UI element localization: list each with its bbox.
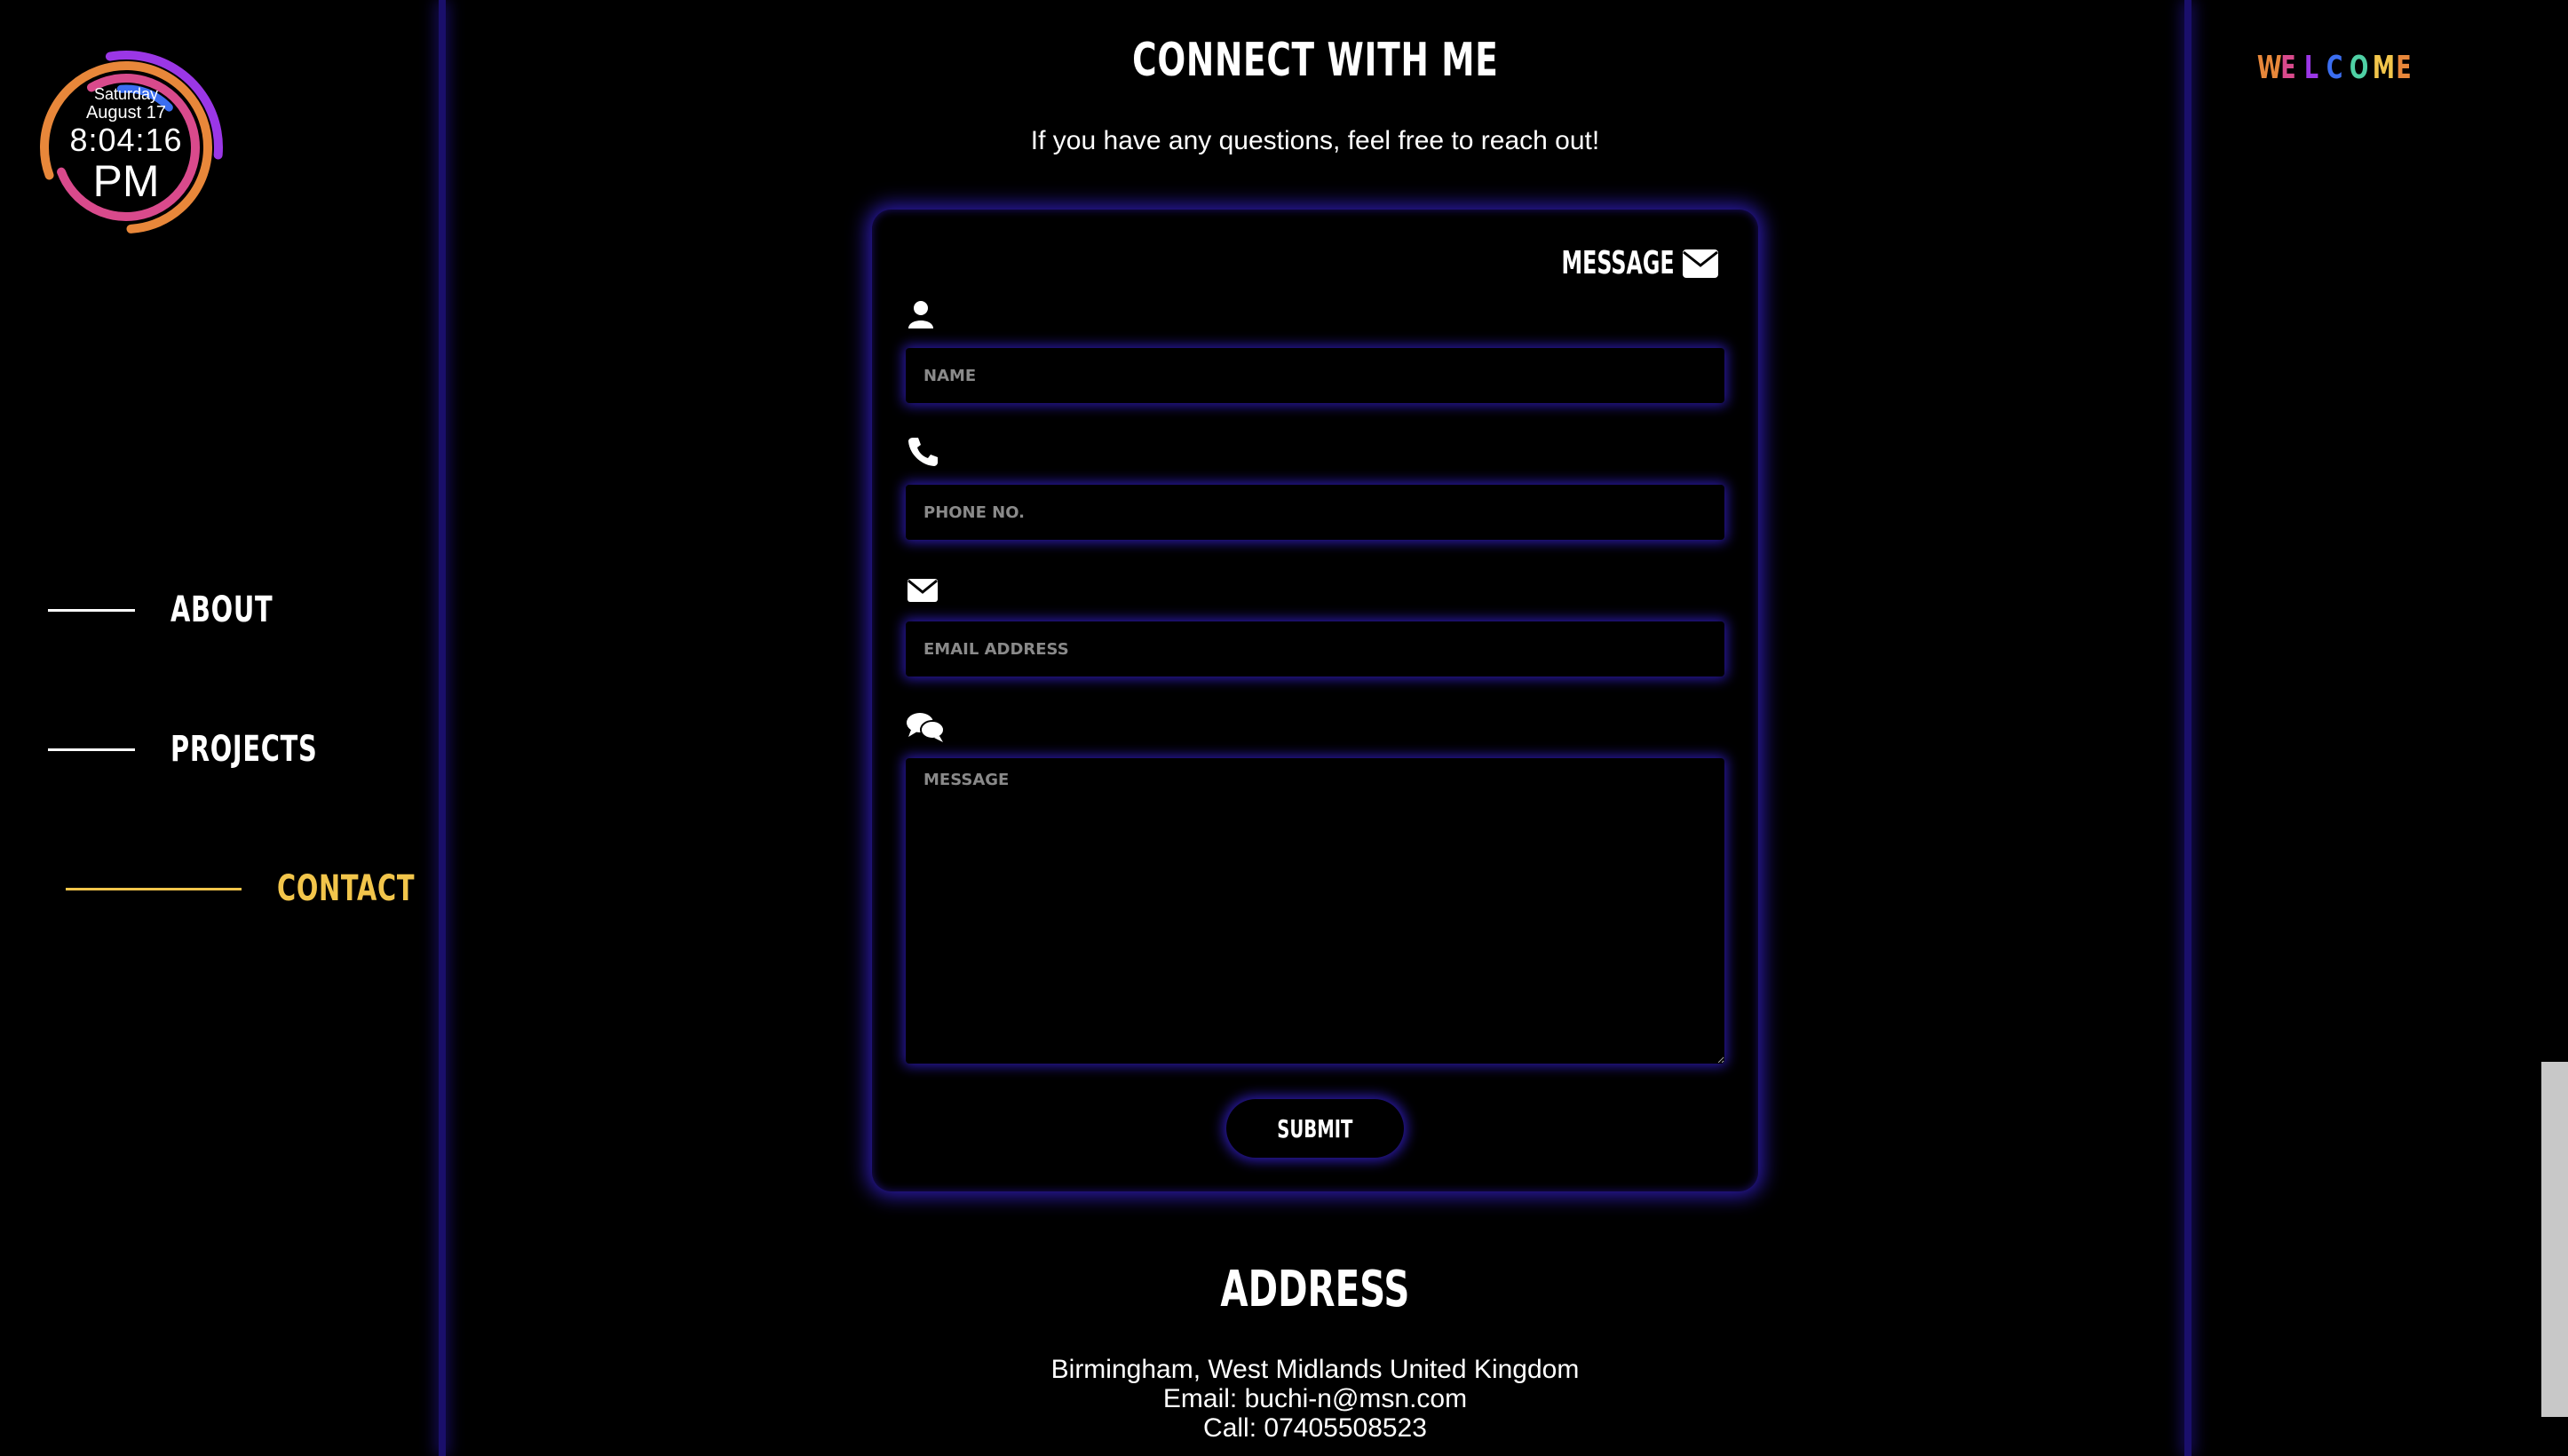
email-input[interactable]: [906, 621, 1724, 677]
clock-ampm: PM: [92, 156, 160, 206]
envelope-icon: [908, 579, 938, 602]
message-textarea[interactable]: [906, 758, 1724, 1064]
nav-label-about: ABOUT: [170, 590, 273, 630]
submit-label: SUBMIT: [1277, 1113, 1353, 1143]
name-input[interactable]: [906, 348, 1724, 403]
nav-item-contact[interactable]: CONTACT: [66, 868, 469, 909]
address-email: Email: buchi-n@msn.com: [1162, 1384, 1468, 1413]
welcome-letter: L: [2303, 50, 2319, 86]
scrollbar-thumb[interactable]: [2541, 1062, 2568, 1417]
form-header: MESSAGE: [1503, 245, 1719, 281]
contact-subtitle: If you have any questions, feel free to …: [1030, 126, 1600, 155]
clock-date: August 17: [85, 103, 167, 123]
nav-item-projects[interactable]: PROJECTS: [48, 729, 375, 770]
contact-form: MESSAGE SUBMIT: [872, 210, 1758, 1191]
welcome-letter: C: [2326, 50, 2343, 86]
clock-time: 8:04:16: [69, 122, 183, 158]
welcome-letter: M: [2372, 50, 2395, 86]
clock-day: Saturday: [93, 85, 159, 103]
nav-line: [48, 748, 135, 751]
welcome-letter: E: [2280, 50, 2296, 86]
clock-readout: Saturday August 17 8:04:16 PM: [36, 85, 217, 204]
left-divider: [439, 0, 446, 1456]
welcome-text: W E L C O M E: [2254, 50, 2415, 86]
nav-label-contact: CONTACT: [277, 868, 416, 909]
nav-item-about[interactable]: ABOUT: [48, 590, 313, 630]
welcome-letter: E: [2396, 50, 2412, 86]
user-icon: [908, 301, 933, 328]
address-location: Birmingham, West Midlands United Kingdom: [1050, 1355, 1580, 1384]
address-block: Birmingham, West Midlands United Kingdom…: [446, 1355, 2184, 1443]
nav-line: [48, 608, 135, 612]
nav-label-projects: PROJECTS: [170, 729, 318, 770]
address-phone: Call: 07405508523: [1203, 1413, 1427, 1443]
sidebar: Saturday August 17 8:04:16 PM ABOUT PROJ…: [0, 0, 439, 1456]
address-title: ADDRESS: [1220, 1261, 1410, 1318]
phone-input[interactable]: [906, 485, 1724, 540]
comments-icon: [907, 713, 945, 742]
welcome-letter: O: [2349, 50, 2369, 86]
envelope-icon: [1683, 249, 1718, 278]
contact-heading: CONNECT WITH ME: [446, 34, 2184, 87]
address-heading: ADDRESS: [446, 1261, 2184, 1318]
submit-button[interactable]: SUBMIT: [1226, 1099, 1404, 1158]
right-divider: [2184, 0, 2192, 1456]
phone-icon: [908, 438, 938, 466]
contact-title: CONNECT WITH ME: [1131, 34, 1499, 87]
form-header-label: MESSAGE: [1561, 245, 1675, 281]
welcome-letter: W: [2256, 50, 2282, 86]
nav-line: [66, 887, 242, 890]
